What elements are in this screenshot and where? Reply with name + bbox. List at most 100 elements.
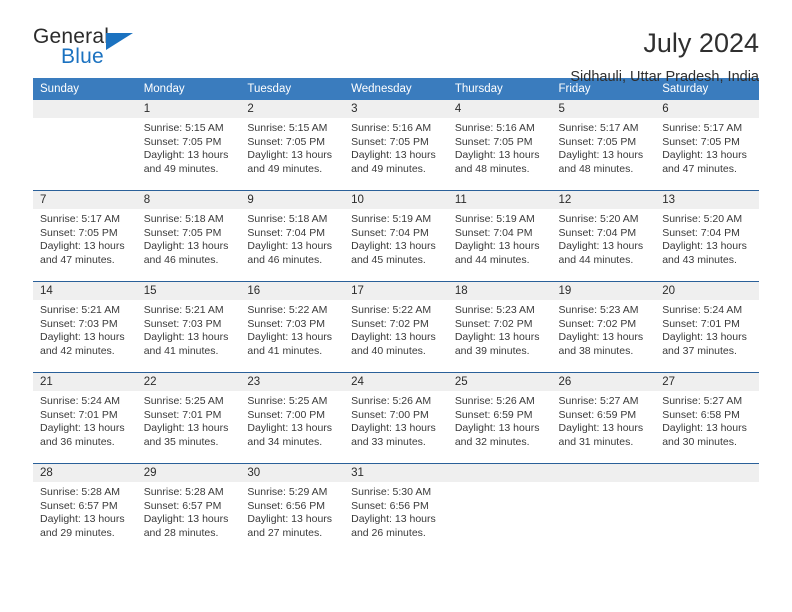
calendar-day-cell[interactable]: 26 Sunrise: 5:27 AM Sunset: 6:59 PM Dayligh… <box>551 372 656 464</box>
sunset-text: Sunset: 6:57 PM <box>40 499 118 512</box>
calendar-day-cell[interactable]: 7 Sunrise: 5:17 AM Sunset: 7:05 PM Daylight… <box>33 190 137 282</box>
day-number: 14 <box>33 282 137 300</box>
calendar-day-cell[interactable]: 28 Sunrise: 5:28 AM Sunset: 6:57 PM Dayligh… <box>33 463 137 554</box>
day-cell-inner: 9 Sunrise: 5:18 AM Sunset: 7:04 PM Daylight… <box>240 191 345 281</box>
sunrise-text: Sunrise: 5:26 AM <box>454 395 535 407</box>
calendar-day-cell[interactable]: 3 Sunrise: 5:16 AM Sunset: 7:05 PM Daylight… <box>344 100 448 191</box>
sunset-text: Sunset: 7:02 PM <box>454 317 533 330</box>
daylight-text: Daylight: 13 hours <box>143 240 229 253</box>
day-number: 28 <box>33 464 137 482</box>
daylight-text-cont: and 44 minutes. <box>558 253 634 266</box>
sunset-text: Sunset: 7:05 PM <box>454 135 533 148</box>
day-number <box>551 464 656 482</box>
sunset-text: Sunset: 7:03 PM <box>143 317 222 330</box>
daylight-text-cont: and 36 minutes. <box>40 435 115 448</box>
sunrise-text: Sunrise: 5:20 AM <box>662 213 743 225</box>
sunset-text: Sunset: 7:03 PM <box>247 317 326 330</box>
sunset-text: Sunset: 7:00 PM <box>351 408 429 421</box>
daylight-text: Daylight: 13 hours <box>558 331 644 344</box>
daylight-text-cont: and 49 minutes. <box>247 162 323 175</box>
day-cell-inner: 2 Sunrise: 5:15 AM Sunset: 7:05 PM Daylight… <box>240 100 345 190</box>
daylight-text: Daylight: 13 hours <box>558 149 644 162</box>
calendar-body: 1 Sunrise: 5:15 AM Sunset: 7:05 PM Daylight… <box>33 100 759 554</box>
sunset-text: Sunset: 6:57 PM <box>143 499 222 512</box>
daylight-text: Daylight: 13 hours <box>662 331 747 344</box>
calendar-day-cell[interactable]: 30 Sunrise: 5:29 AM Sunset: 6:56 PM Dayligh… <box>240 463 345 554</box>
calendar-day-cell[interactable]: 23 Sunrise: 5:25 AM Sunset: 7:00 PM Dayligh… <box>240 372 345 464</box>
sunrise-text: Sunrise: 5:21 AM <box>40 304 120 316</box>
calendar-day-cell[interactable]: 10 Sunrise: 5:19 AM Sunset: 7:04 PM Dayligh… <box>344 190 448 282</box>
day-details: Sunrise: 5:17 AM Sunset: 7:05 PM Daylight:… <box>655 118 759 176</box>
calendar-day-cell[interactable]: 19 Sunrise: 5:23 AM Sunset: 7:02 PM Dayligh… <box>551 281 656 373</box>
day-number: 21 <box>33 373 137 391</box>
day-details: Sunrise: 5:21 AM Sunset: 7:03 PM Daylight:… <box>33 300 137 358</box>
calendar-day-cell[interactable]: 15 Sunrise: 5:21 AM Sunset: 7:03 PM Dayligh… <box>136 281 241 373</box>
daylight-text-cont: and 39 minutes. <box>454 344 530 357</box>
day-cell-inner: 19 Sunrise: 5:23 AM Sunset: 7:02 PM Dayligh… <box>551 282 656 372</box>
sunset-text: Sunset: 7:02 PM <box>351 317 429 330</box>
calendar-day-cell[interactable]: 17 Sunrise: 5:22 AM Sunset: 7:02 PM Dayligh… <box>344 281 448 373</box>
day-cell-inner: 23 Sunrise: 5:25 AM Sunset: 7:00 PM Dayligh… <box>240 373 345 463</box>
calendar-day-cell[interactable]: 11 Sunrise: 5:19 AM Sunset: 7:04 PM Dayligh… <box>447 190 552 282</box>
day-details: Sunrise: 5:29 AM Sunset: 6:56 PM Daylight:… <box>240 482 344 540</box>
calendar-cell-empty <box>447 463 552 554</box>
daylight-text-cont: and 43 minutes. <box>662 253 737 266</box>
sunset-text: Sunset: 7:02 PM <box>558 317 637 330</box>
sunset-text: Sunset: 7:05 PM <box>143 226 222 239</box>
day-number: 30 <box>240 464 345 482</box>
calendar-day-cell[interactable]: 1 Sunrise: 5:15 AM Sunset: 7:05 PM Daylight… <box>136 100 241 191</box>
calendar-day-cell[interactable]: 22 Sunrise: 5:25 AM Sunset: 7:01 PM Dayligh… <box>136 372 241 464</box>
calendar-day-cell[interactable]: 21 Sunrise: 5:24 AM Sunset: 7:01 PM Dayligh… <box>33 372 137 464</box>
sunset-text: Sunset: 7:05 PM <box>351 135 429 148</box>
calendar-day-cell[interactable]: 24 Sunrise: 5:26 AM Sunset: 7:00 PM Dayligh… <box>344 372 448 464</box>
day-cell-inner: 17 Sunrise: 5:22 AM Sunset: 7:02 PM Dayligh… <box>344 282 448 372</box>
calendar-day-cell[interactable]: 9 Sunrise: 5:18 AM Sunset: 7:04 PM Daylight… <box>240 190 345 282</box>
day-cell-inner <box>33 100 137 190</box>
logo-text-blue: Blue <box>61 45 104 68</box>
calendar-day-cell[interactable]: 4 Sunrise: 5:16 AM Sunset: 7:05 PM Daylight… <box>447 100 552 191</box>
day-number: 9 <box>240 191 345 209</box>
day-details: Sunrise: 5:21 AM Sunset: 7:03 PM Daylight:… <box>137 300 241 358</box>
daylight-text: Daylight: 13 hours <box>662 240 747 253</box>
day-cell-inner: 4 Sunrise: 5:16 AM Sunset: 7:05 PM Daylight… <box>447 100 552 190</box>
calendar-day-cell[interactable]: 29 Sunrise: 5:28 AM Sunset: 6:57 PM Dayligh… <box>136 463 241 554</box>
calendar-cell-empty <box>655 463 759 554</box>
day-number <box>447 464 552 482</box>
calendar-day-cell[interactable]: 16 Sunrise: 5:22 AM Sunset: 7:03 PM Dayligh… <box>240 281 345 373</box>
calendar-day-cell[interactable]: 13 Sunrise: 5:20 AM Sunset: 7:04 PM Dayligh… <box>655 190 759 282</box>
day-details: Sunrise: 5:25 AM Sunset: 7:01 PM Daylight:… <box>137 391 241 449</box>
day-details: Sunrise: 5:30 AM Sunset: 6:56 PM Daylight:… <box>344 482 448 540</box>
calendar-day-cell[interactable]: 18 Sunrise: 5:23 AM Sunset: 7:02 PM Dayligh… <box>447 281 552 373</box>
daylight-text-cont: and 37 minutes. <box>662 344 737 357</box>
page-header: General Blue July 2024 Sidhauli, Uttar P… <box>33 0 759 85</box>
weekday-header-sunday: Sunday <box>33 78 137 100</box>
calendar-day-cell[interactable]: 27 Sunrise: 5:27 AM Sunset: 6:58 PM Dayligh… <box>655 372 759 464</box>
sunset-text: Sunset: 7:05 PM <box>247 135 326 148</box>
calendar-day-cell[interactable]: 31 Sunrise: 5:30 AM Sunset: 6:56 PM Dayligh… <box>344 463 448 554</box>
calendar-day-cell[interactable]: 5 Sunrise: 5:17 AM Sunset: 7:05 PM Daylight… <box>551 100 656 191</box>
calendar-day-cell[interactable]: 8 Sunrise: 5:18 AM Sunset: 7:05 PM Daylight… <box>136 190 241 282</box>
calendar-week-row: 21 Sunrise: 5:24 AM Sunset: 7:01 PM Dayligh… <box>33 372 759 464</box>
general-blue-logo[interactable]: General Blue <box>33 25 163 77</box>
calendar-day-cell[interactable]: 25 Sunrise: 5:26 AM Sunset: 6:59 PM Dayligh… <box>447 372 552 464</box>
day-details: Sunrise: 5:27 AM Sunset: 6:59 PM Daylight:… <box>552 391 656 449</box>
daylight-text-cont: and 41 minutes. <box>143 344 219 357</box>
title-block: July 2024 Sidhauli, Uttar Pradesh, India <box>570 25 759 87</box>
day-number <box>33 100 137 118</box>
calendar-day-cell[interactable]: 2 Sunrise: 5:15 AM Sunset: 7:05 PM Daylight… <box>240 100 345 191</box>
sunrise-text: Sunrise: 5:17 AM <box>558 122 639 134</box>
sunset-text: Sunset: 6:59 PM <box>454 408 533 421</box>
calendar-day-cell[interactable]: 20 Sunrise: 5:24 AM Sunset: 7:01 PM Dayligh… <box>655 281 759 373</box>
weekday-header-thursday: Thursday <box>447 78 552 100</box>
day-cell-inner: 7 Sunrise: 5:17 AM Sunset: 7:05 PM Daylight… <box>33 191 137 281</box>
daylight-text: Daylight: 13 hours <box>143 149 229 162</box>
day-cell-inner: 22 Sunrise: 5:25 AM Sunset: 7:01 PM Dayligh… <box>136 373 241 463</box>
day-cell-inner: 1 Sunrise: 5:15 AM Sunset: 7:05 PM Daylight… <box>136 100 241 190</box>
calendar-day-cell[interactable]: 12 Sunrise: 5:20 AM Sunset: 7:04 PM Dayligh… <box>551 190 656 282</box>
calendar-day-cell[interactable]: 14 Sunrise: 5:21 AM Sunset: 7:03 PM Dayligh… <box>33 281 137 373</box>
daylight-text-cont: and 42 minutes. <box>40 344 115 357</box>
day-number: 8 <box>136 191 241 209</box>
sunset-text: Sunset: 6:58 PM <box>662 408 740 421</box>
day-details: Sunrise: 5:16 AM Sunset: 7:05 PM Daylight:… <box>344 118 448 176</box>
calendar-day-cell[interactable]: 6 Sunrise: 5:17 AM Sunset: 7:05 PM Daylight… <box>655 100 759 191</box>
